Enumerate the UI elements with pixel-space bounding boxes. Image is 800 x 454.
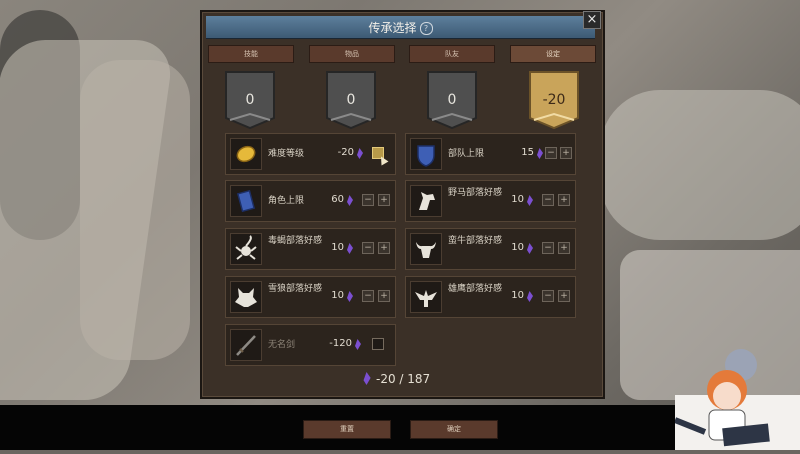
purple-gem-icon <box>347 195 353 206</box>
option-cost: 15 <box>521 147 534 158</box>
tab-settings[interactable]: 设定 <box>510 45 596 63</box>
skills-points-value: 0 <box>245 92 255 108</box>
option-nameless-sword: 无名剑 -120 <box>225 324 396 366</box>
increase-button[interactable]: + <box>558 290 570 302</box>
option-cost: 60 <box>331 194 344 205</box>
companions-points-banner: 0 <box>426 70 478 130</box>
decrease-button[interactable]: − <box>542 194 554 206</box>
option-difficulty-level: 难度等级 -20 <box>225 133 396 175</box>
option-cost: 10 <box>511 194 524 205</box>
purple-gem-icon <box>537 148 543 159</box>
option-eagle-tribe: 雄鹰部落好感 10 − + <box>405 276 576 318</box>
decrease-button[interactable]: − <box>542 242 554 254</box>
purple-gem-icon <box>527 195 533 206</box>
purple-gem-icon <box>527 243 533 254</box>
background-ship-shape <box>600 90 800 240</box>
dialog-title-bar: 传承选择? <box>206 16 595 39</box>
option-troop-cap: 部队上限 15 − + <box>405 133 576 175</box>
option-cost: 10 <box>331 290 344 301</box>
purple-gem-icon <box>527 291 533 302</box>
streamer-avatar-overlay <box>673 340 800 450</box>
decrease-button[interactable]: − <box>362 194 374 206</box>
decrease-button[interactable]: − <box>362 242 374 254</box>
settings-points-banner: -20 <box>528 70 580 130</box>
items-points-banner: 0 <box>325 70 377 130</box>
close-button[interactable]: × <box>583 11 601 29</box>
option-checkbox[interactable] <box>372 338 384 350</box>
skills-points-banner: 0 <box>224 70 276 130</box>
option-cost: 10 <box>511 242 524 253</box>
gold-nugget-icon <box>230 138 262 170</box>
wolf-head-icon <box>230 281 262 313</box>
reset-button[interactable]: 重置 <box>303 420 391 439</box>
decrease-button[interactable]: − <box>362 290 374 302</box>
points-total-text: -20 / 187 <box>376 372 431 386</box>
help-icon[interactable]: ? <box>419 22 433 35</box>
increase-button[interactable]: + <box>378 242 390 254</box>
tab-skills[interactable]: 技能 <box>208 45 294 63</box>
option-cost: 10 <box>331 242 344 253</box>
increase-button[interactable]: + <box>560 147 572 159</box>
dialog-title: 传承选择? <box>206 19 595 36</box>
tab-companions[interactable]: 队友 <box>409 45 495 63</box>
eagle-icon <box>410 281 442 313</box>
blue-shield-icon <box>410 138 442 170</box>
mouse-cursor-icon <box>377 154 389 166</box>
purple-gem-icon <box>347 291 353 302</box>
sword-icon <box>230 329 262 361</box>
option-bull-tribe: 蛮牛部落好感 10 − + <box>405 228 576 270</box>
option-cost: -120 <box>329 338 352 349</box>
settings-points-value: -20 <box>542 92 566 108</box>
items-points-value: 0 <box>346 92 356 108</box>
purple-gem-icon <box>347 243 353 254</box>
bull-head-icon <box>410 233 442 265</box>
increase-button[interactable]: + <box>558 194 570 206</box>
scorpion-icon <box>230 233 262 265</box>
confirm-button[interactable]: 确定 <box>410 420 498 439</box>
blue-card-icon <box>230 185 262 217</box>
option-scorpion-tribe: 毒蝎部落好感 10 − + <box>225 228 396 270</box>
decrease-button[interactable]: − <box>545 147 557 159</box>
points-total: -20 / 187 <box>362 372 430 386</box>
tab-items[interactable]: 物品 <box>309 45 395 63</box>
option-character-cap: 角色上限 60 − + <box>225 180 396 222</box>
option-cost: 10 <box>511 290 524 301</box>
decrease-button[interactable]: − <box>542 290 554 302</box>
purple-gem-icon <box>363 372 371 385</box>
legacy-selection-dialog: 传承选择? × 技能 物品 队友 设定 0 0 0 -20 难度等级 -20 部… <box>200 10 605 399</box>
increase-button[interactable]: + <box>378 290 390 302</box>
increase-button[interactable]: + <box>378 194 390 206</box>
option-wild-horse-tribe: 野马部落好感 10 − + <box>405 180 576 222</box>
purple-gem-icon <box>357 148 363 159</box>
background-pillar-shape <box>80 60 190 360</box>
option-cost: -20 <box>337 147 354 158</box>
increase-button[interactable]: + <box>558 242 570 254</box>
dialog-title-text: 传承选择 <box>368 21 417 35</box>
purple-gem-icon <box>355 339 361 350</box>
companions-points-value: 0 <box>447 92 457 108</box>
horse-head-icon <box>410 185 442 217</box>
option-snow-wolf-tribe: 雪狼部落好感 10 − + <box>225 276 396 318</box>
